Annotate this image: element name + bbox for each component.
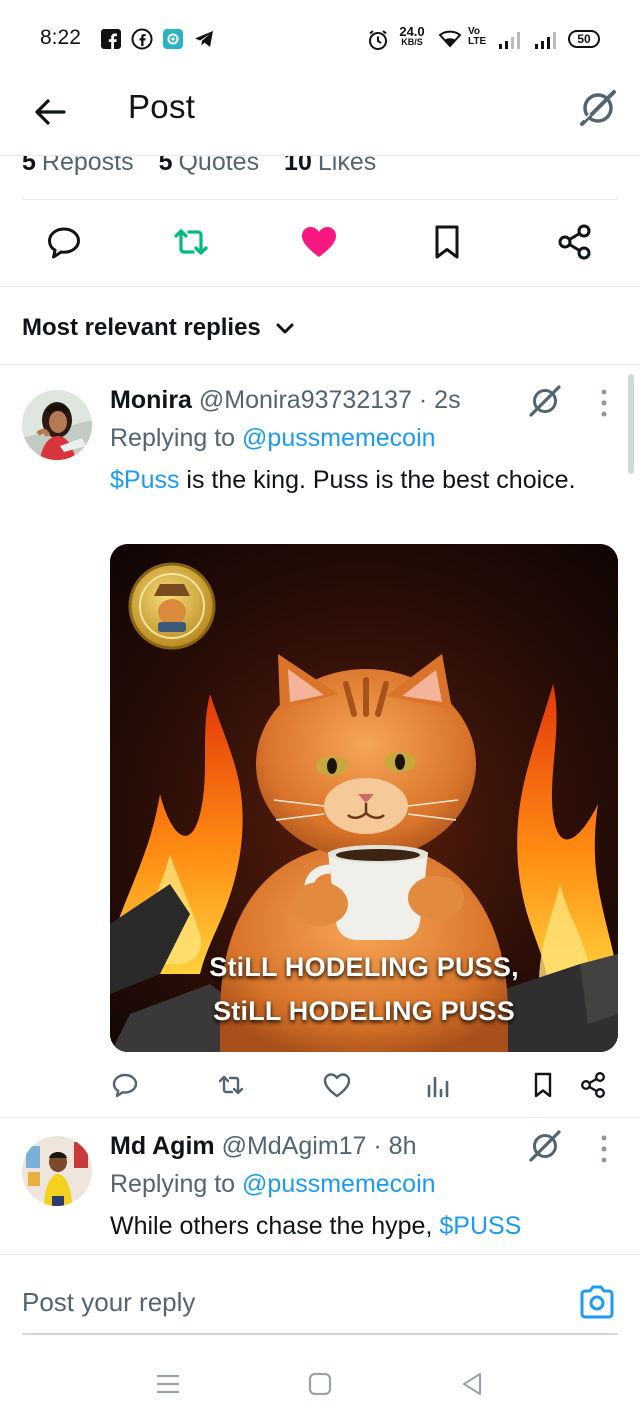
reply-text: While others chase the hype, $PUSS: [110, 1212, 522, 1240]
facebook-icon: [101, 29, 121, 49]
app-notification-icon: [163, 29, 183, 49]
author-handle[interactable]: @MdAgim17: [222, 1132, 367, 1160]
share-icon[interactable]: [578, 1070, 608, 1100]
network-speed: 24.0 KB/S: [399, 24, 425, 47]
camera-icon[interactable]: [578, 1283, 616, 1321]
back-nav-icon[interactable]: [458, 1370, 486, 1398]
telegram-icon: [195, 31, 213, 47]
grok-icon[interactable]: [526, 382, 564, 420]
media-caption-line-1: StiLL HODELING PUSS,: [209, 952, 519, 982]
reply-composer[interactable]: Post your reply: [0, 1254, 640, 1335]
grok-icon[interactable]: [526, 1127, 564, 1165]
chevron-down-icon: [276, 323, 294, 334]
battery-indicator: 50: [568, 30, 600, 48]
divider: [0, 364, 640, 365]
signal-icon-2: [535, 32, 556, 49]
repost-icon[interactable]: [216, 1070, 246, 1100]
media-caption-line-2: StiLL HODELING PUSS: [213, 996, 515, 1026]
reply-time: · 2s: [418, 386, 461, 414]
divider: [0, 1117, 640, 1118]
cashtag-link[interactable]: $PUSS: [439, 1212, 521, 1240]
arrow-left-icon[interactable]: [30, 92, 70, 132]
avatar[interactable]: [22, 1136, 92, 1206]
system-navigation-bar: [0, 1340, 640, 1422]
alarm-icon: [369, 30, 387, 50]
replies-sort-label: Most relevant replies: [22, 314, 261, 341]
home-icon[interactable]: [306, 1370, 334, 1398]
views-icon[interactable]: [424, 1070, 454, 1100]
reply-header: Monira @Monira93732137 · 2s: [110, 386, 461, 415]
bookmark-icon[interactable]: [528, 1070, 558, 1100]
facebook-lite-icon: [131, 28, 153, 50]
author-name[interactable]: Md Agim: [110, 1132, 215, 1160]
reply-icon[interactable]: [110, 1070, 140, 1100]
reply-time: · 8h: [373, 1132, 417, 1160]
reply-text: $Puss is the king. Puss is the best choi…: [110, 466, 576, 494]
replying-to: Replying to @pussmemecoin: [110, 424, 436, 452]
reply-action-bar: [0, 1068, 640, 1104]
replying-to-link[interactable]: @pussmemecoin: [242, 1170, 436, 1198]
recent-apps-icon[interactable]: [154, 1370, 182, 1398]
vertical-ellipsis-icon[interactable]: [594, 386, 614, 420]
status-bar: 8:22 24.0 KB/S Vo LTE 50: [0, 0, 640, 78]
reply-header: Md Agim @MdAgim17 · 8h: [110, 1132, 417, 1161]
vertical-ellipsis-icon[interactable]: [594, 1132, 614, 1166]
scrollbar[interactable]: [628, 374, 634, 474]
top-app-bar: Post: [0, 78, 640, 156]
post-action-bar: [0, 218, 640, 268]
bookmark-icon[interactable]: [427, 222, 467, 262]
heart-icon[interactable]: [322, 1070, 352, 1100]
author-handle[interactable]: @Monira93732137: [199, 386, 412, 414]
author-name[interactable]: Monira: [110, 386, 192, 414]
avatar[interactable]: [22, 390, 92, 460]
cashtag-link[interactable]: $Puss: [110, 466, 179, 494]
replies-sort-dropdown[interactable]: Most relevant replies: [22, 314, 295, 342]
status-time: 8:22: [40, 26, 81, 49]
page-title: Post: [128, 88, 196, 125]
replying-to: Replying to @pussmemecoin: [110, 1170, 436, 1198]
reply-media-image[interactable]: StiLL HODELING PUSS, StiLL HODELING PUSS: [110, 544, 618, 1052]
reply-input[interactable]: Post your reply: [22, 1287, 195, 1318]
composer-underline: [22, 1333, 618, 1335]
repost-icon[interactable]: [171, 222, 211, 262]
grok-icon[interactable]: [576, 86, 620, 130]
heart-icon[interactable]: [299, 222, 339, 262]
reply-icon[interactable]: [44, 222, 84, 262]
wifi-icon: [438, 30, 462, 48]
signal-icon: [499, 32, 520, 49]
share-icon[interactable]: [555, 222, 595, 262]
divider: [0, 286, 640, 287]
replying-to-link[interactable]: @pussmemecoin: [242, 424, 436, 452]
volte-indicator: Vo LTE: [468, 26, 487, 47]
